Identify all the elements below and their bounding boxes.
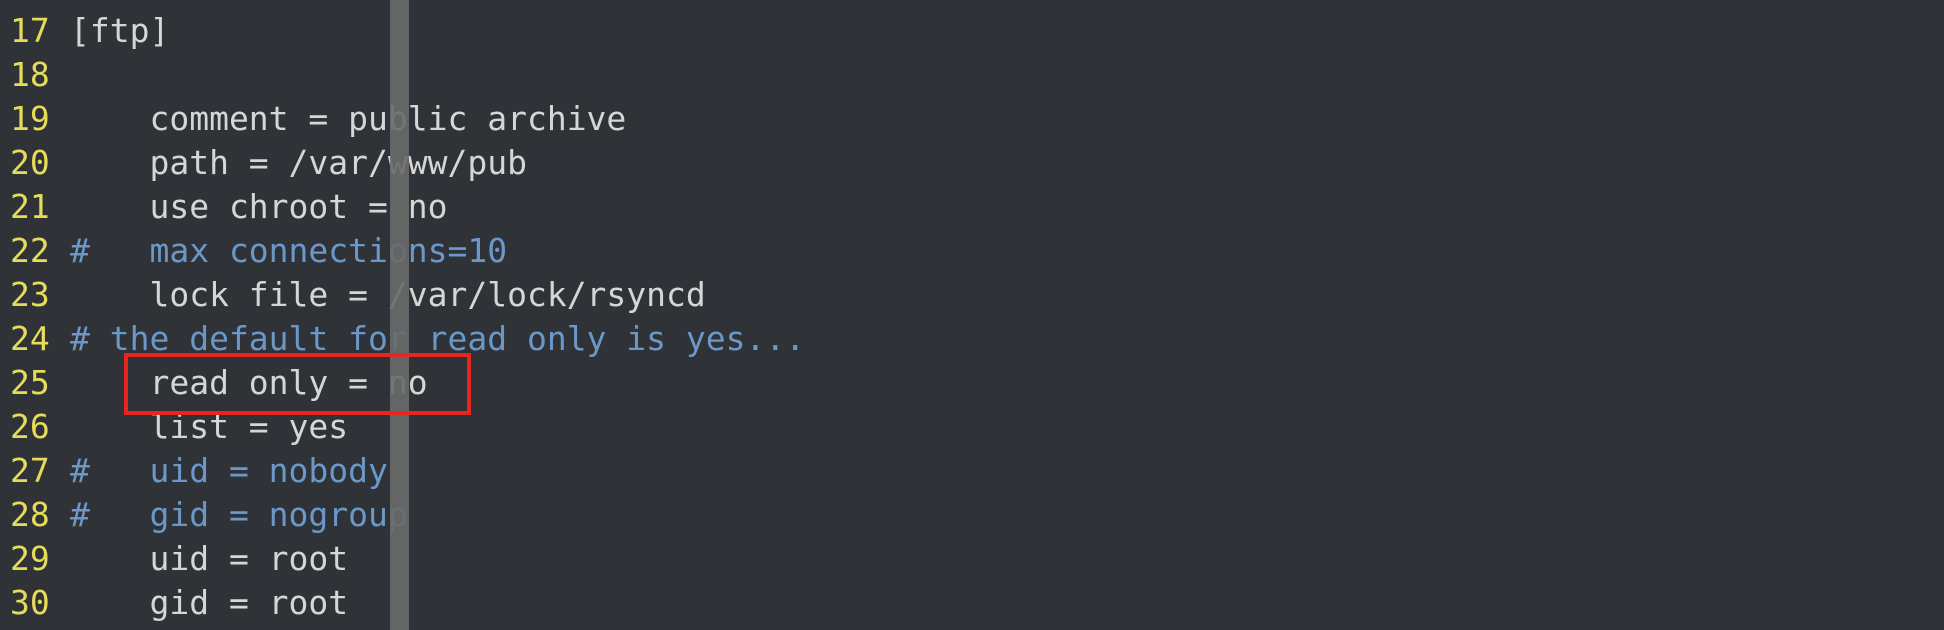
line-number: 19	[10, 99, 50, 138]
code-comment: # gid = nogroup	[70, 495, 408, 534]
code-editor[interactable]: 17 [ftp] 18 19 comment = public archive 20 p…	[0, 9, 1944, 625]
line-number: 28	[10, 495, 50, 534]
code-line[interactable]: 23 lock file = /var/lock/rsyncd	[0, 273, 1944, 317]
column-ruler	[390, 0, 409, 630]
code-text: gid = root	[70, 583, 349, 622]
code-text: path = /var/www/pub	[70, 143, 527, 182]
line-number: 30	[10, 583, 50, 622]
highlight-box-read-only	[124, 353, 471, 415]
line-number: 27	[10, 451, 50, 490]
code-line[interactable]: 18	[0, 53, 1944, 97]
code-text: [ftp]	[70, 11, 170, 50]
code-line[interactable]: 30 gid = root	[0, 581, 1944, 625]
line-number: 23	[10, 275, 50, 314]
code-text: comment = public archive	[70, 99, 627, 138]
code-comment: # uid = nobody	[70, 451, 388, 490]
code-comment: # max connections=10	[70, 231, 508, 270]
line-number: 25	[10, 363, 50, 402]
code-line[interactable]: 29 uid = root	[0, 537, 1944, 581]
code-line[interactable]: 20 path = /var/www/pub	[0, 141, 1944, 185]
line-number: 18	[10, 55, 50, 94]
code-text: uid = root	[70, 539, 349, 578]
code-line[interactable]: 22 # max connections=10	[0, 229, 1944, 273]
line-number: 17	[10, 11, 50, 50]
line-number: 24	[10, 319, 50, 358]
code-line[interactable]: 17 [ftp]	[0, 9, 1944, 53]
line-number: 20	[10, 143, 50, 182]
code-line[interactable]: 28 # gid = nogroup	[0, 493, 1944, 537]
line-number: 21	[10, 187, 50, 226]
code-line[interactable]: 21 use chroot = no	[0, 185, 1944, 229]
line-number: 22	[10, 231, 50, 270]
code-line[interactable]: 19 comment = public archive	[0, 97, 1944, 141]
line-number: 29	[10, 539, 50, 578]
line-number: 26	[10, 407, 50, 446]
code-text: lock file = /var/lock/rsyncd	[70, 275, 706, 314]
code-line[interactable]: 27 # uid = nobody	[0, 449, 1944, 493]
